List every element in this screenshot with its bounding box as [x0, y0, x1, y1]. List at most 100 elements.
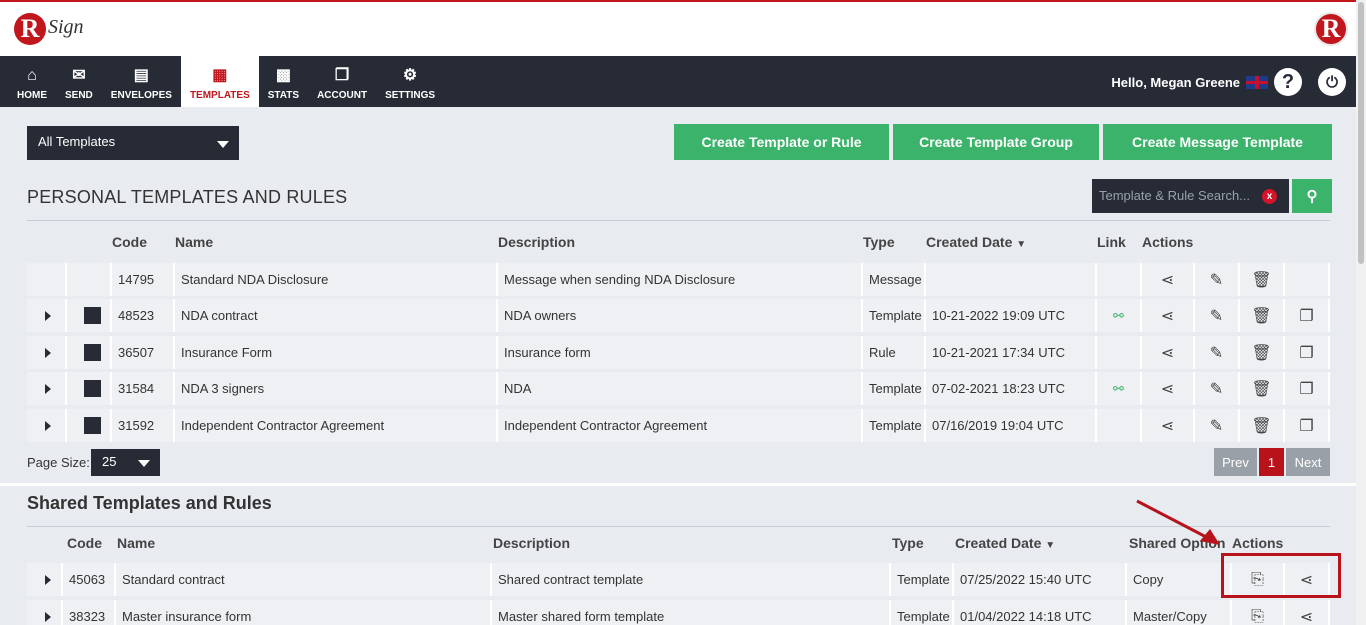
- cell-shared-option: Master/Copy: [1127, 600, 1232, 625]
- copy-icon[interactable]: ❐: [1299, 343, 1313, 363]
- rsign-logo[interactable]: R Sign: [14, 8, 84, 50]
- search-icon: ⚲: [1306, 188, 1318, 205]
- action-cell: [1285, 263, 1330, 296]
- current-page-button[interactable]: 1: [1259, 448, 1284, 476]
- action-cell: 🗑: [1240, 409, 1285, 442]
- edit-icon[interactable]: ✎: [1210, 416, 1223, 436]
- link-icon[interactable]: ⚯: [1113, 308, 1124, 324]
- col-header-type: Type: [863, 234, 895, 250]
- expand-cell[interactable]: [27, 372, 67, 405]
- delete-icon[interactable]: 🗑: [1251, 306, 1271, 326]
- expand-cell[interactable]: [27, 600, 63, 625]
- expand-cell[interactable]: [27, 299, 67, 332]
- cell-link[interactable]: ⚯: [1097, 299, 1142, 332]
- expand-cell[interactable]: [27, 563, 63, 596]
- cell-link: [1097, 263, 1142, 296]
- select-cell[interactable]: [67, 299, 112, 332]
- action-cell: 🗑: [1240, 336, 1285, 369]
- language-flag-icon[interactable]: [1246, 75, 1268, 89]
- sort-desc-icon: ▼: [1016, 239, 1027, 250]
- cell-code: 31584: [112, 372, 175, 405]
- template-filter-select[interactable]: All Templates: [27, 126, 239, 160]
- expand-row-icon[interactable]: [45, 574, 51, 585]
- share-icon[interactable]: ⋖: [1161, 306, 1174, 326]
- scrollbar-thumb[interactable]: [1358, 2, 1364, 264]
- create-message-template-button[interactable]: Create Message Template: [1103, 124, 1332, 160]
- edit-icon[interactable]: ✎: [1210, 270, 1223, 290]
- next-page-button[interactable]: Next: [1286, 448, 1330, 476]
- shared-col-header-type: Type: [892, 535, 924, 551]
- edit-icon[interactable]: ✎: [1210, 306, 1223, 326]
- delete-icon[interactable]: 🗑: [1251, 270, 1271, 290]
- create-template-group-button[interactable]: Create Template Group: [893, 124, 1099, 160]
- template-filter-value: All Templates: [38, 134, 116, 149]
- prev-page-button[interactable]: Prev: [1214, 448, 1257, 476]
- select-cell[interactable]: [67, 409, 112, 442]
- copy-icon[interactable]: ❐: [1299, 416, 1313, 436]
- nav-item-envelopes[interactable]: ▤ ENVELOPES: [102, 56, 181, 107]
- copy-icon[interactable]: ❐: [1299, 306, 1313, 326]
- edit-icon[interactable]: ✎: [1210, 379, 1223, 399]
- search-placeholder: Template & Rule Search...: [1099, 188, 1251, 203]
- clear-search-icon[interactable]: x: [1262, 189, 1277, 204]
- expand-cell[interactable]: [27, 336, 67, 369]
- delete-icon[interactable]: 🗑: [1251, 343, 1271, 363]
- highlight-box: [1221, 553, 1341, 598]
- expand-row-icon[interactable]: [45, 310, 51, 321]
- link-icon[interactable]: ⚯: [1113, 381, 1124, 397]
- cell-created-date: 10-21-2021 17:34 UTC: [926, 336, 1097, 369]
- expand-cell[interactable]: [27, 409, 67, 442]
- share-icon[interactable]: ⋖: [1300, 607, 1313, 625]
- cell-name: Standard contract: [116, 563, 492, 596]
- search-button[interactable]: ⚲: [1292, 179, 1332, 213]
- nav-item-account[interactable]: ❐ ACCOUNT: [308, 56, 376, 107]
- cell-description: Message when sending NDA Disclosure: [498, 263, 863, 296]
- cell-link: [1097, 409, 1142, 442]
- template-search-input[interactable]: Template & Rule Search... x: [1092, 179, 1289, 213]
- shared-col-header-actions: Actions: [1232, 535, 1284, 551]
- page-size-select[interactable]: 25: [91, 449, 160, 476]
- delete-icon[interactable]: 🗑: [1251, 416, 1271, 436]
- cell-type: Template: [863, 409, 926, 442]
- copy-icon[interactable]: ❐: [1299, 379, 1313, 399]
- select-cell[interactable]: [67, 336, 112, 369]
- share-icon[interactable]: ⋖: [1161, 270, 1174, 290]
- action-cell: ⎘: [1232, 600, 1285, 625]
- envelope-icon: ✉: [72, 67, 86, 84]
- col-header-name: Name: [175, 234, 214, 250]
- help-icon[interactable]: ?: [1274, 68, 1302, 96]
- select-cell: [67, 263, 112, 296]
- expand-row-icon[interactable]: [45, 383, 51, 394]
- page-scrollbar[interactable]: [1356, 0, 1366, 625]
- table-row: 14795 Standard NDA Disclosure Message when…: [27, 263, 1330, 296]
- action-cell: ⋖: [1142, 336, 1195, 369]
- select-cell[interactable]: [67, 372, 112, 405]
- nav-item-send[interactable]: ✉ SEND: [56, 56, 102, 107]
- copy-template-icon[interactable]: ⎘: [1251, 608, 1264, 625]
- col-header-created-date[interactable]: Created Date ▼: [926, 234, 1026, 250]
- nav-item-templates[interactable]: ▦ TEMPLATES: [180, 56, 259, 107]
- share-icon[interactable]: ⋖: [1161, 416, 1174, 436]
- nav-item-stats[interactable]: ▩ STATS: [259, 56, 308, 107]
- row-checkbox[interactable]: [84, 380, 101, 397]
- expand-row-icon[interactable]: [45, 420, 51, 431]
- expand-row-icon[interactable]: [45, 347, 51, 358]
- shared-col-header-created-date[interactable]: Created Date ▼: [955, 535, 1055, 551]
- shared-col-header-description: Description: [493, 535, 571, 551]
- nav-item-home[interactable]: ⌂ HOME: [8, 56, 56, 107]
- row-checkbox[interactable]: [84, 307, 101, 324]
- row-checkbox[interactable]: [84, 344, 101, 361]
- create-template-or-rule-button[interactable]: Create Template or Rule: [674, 124, 889, 160]
- delete-icon[interactable]: 🗑: [1251, 379, 1271, 399]
- share-icon[interactable]: ⋖: [1161, 343, 1174, 363]
- logout-icon[interactable]: ⏻: [1318, 68, 1346, 96]
- cell-link[interactable]: ⚯: [1097, 372, 1142, 405]
- edit-icon[interactable]: ✎: [1210, 343, 1223, 363]
- col-header-link: Link: [1097, 234, 1126, 250]
- action-cell: ✎: [1195, 299, 1240, 332]
- nav-item-settings[interactable]: ⚙ SETTINGS: [376, 56, 444, 107]
- personal-section-title: PERSONAL TEMPLATES AND RULES: [27, 187, 348, 207]
- row-checkbox[interactable]: [84, 417, 101, 434]
- share-icon[interactable]: ⋖: [1161, 379, 1174, 399]
- expand-row-icon[interactable]: [45, 611, 51, 622]
